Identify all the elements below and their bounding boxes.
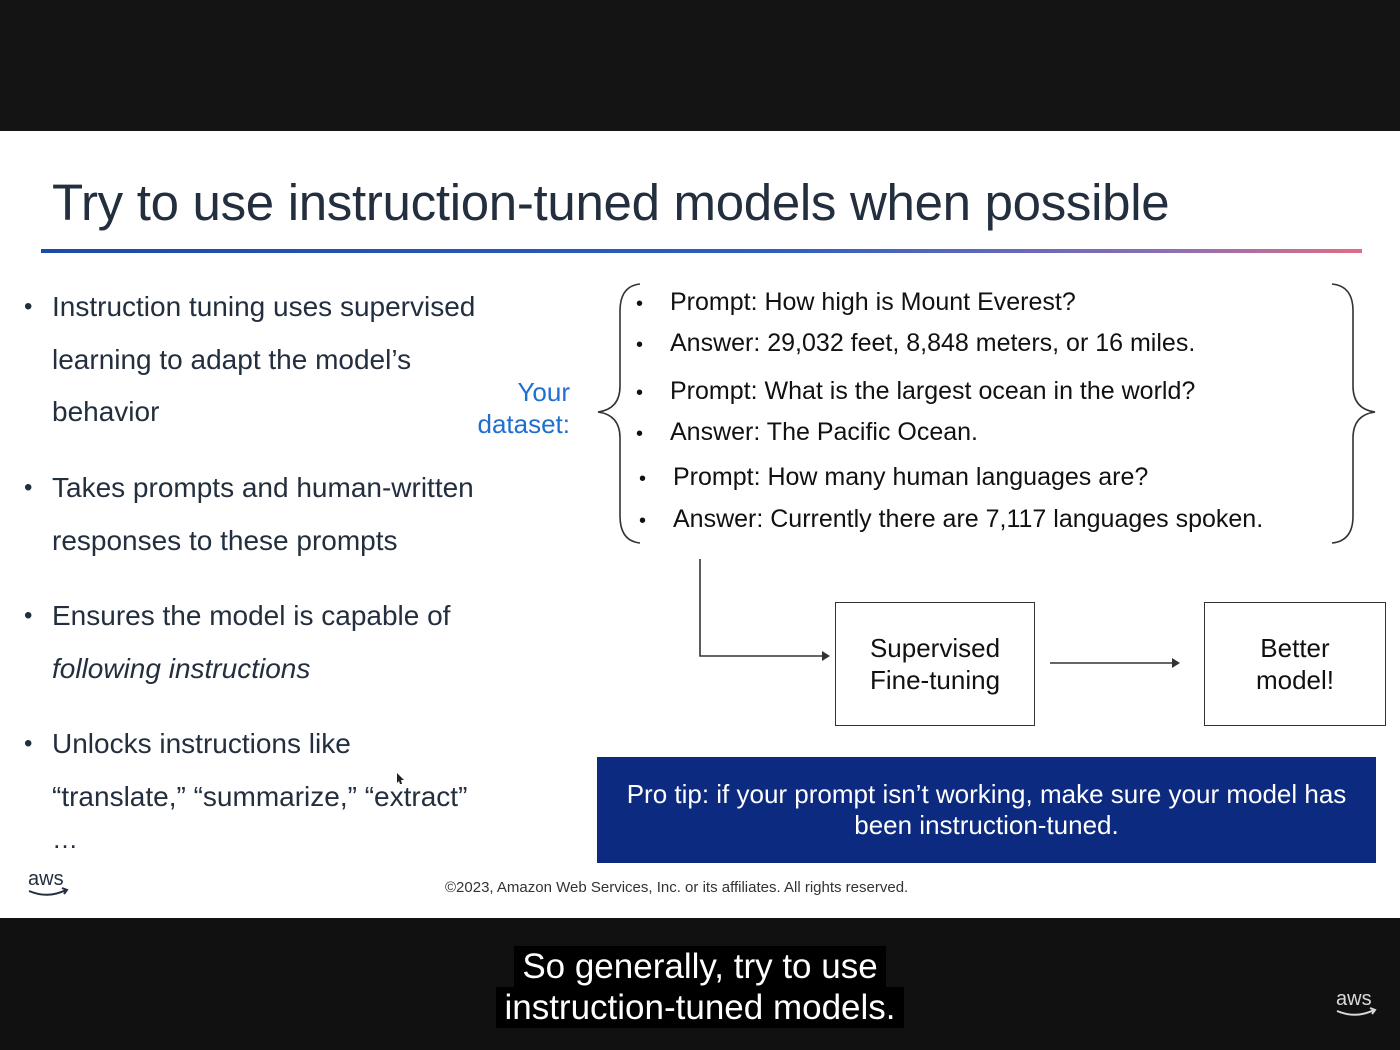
subtitle-caption: So generally, try to use instruction-tun… — [0, 946, 1400, 1028]
example-item: • Answer: The Pacific Ocean. — [636, 418, 979, 446]
aws-logo-icon: aws — [28, 868, 69, 896]
example-text: Prompt: How many human languages are? — [673, 463, 1149, 491]
box-text: Fine-tuning — [869, 665, 1001, 695]
video-top-letterbox — [0, 0, 1400, 131]
example-item: • Prompt: How high is Mount Everest? — [636, 288, 1076, 316]
example-text: Answer: 29,032 feet, 8,848 meters, or 16… — [670, 329, 1196, 357]
example-item: • Answer: 29,032 feet, 8,848 meters, or 1… — [636, 329, 1196, 357]
example-text: Prompt: What is the largest ocean in the… — [670, 377, 1196, 405]
example-item: • Answer: Currently there are 7,117 langu… — [639, 505, 1264, 533]
box-text: Better — [1260, 633, 1330, 663]
example-text: Answer: The Pacific Ocean. — [670, 418, 979, 446]
example-item: • Prompt: What is the largest ocean in th… — [636, 377, 1196, 405]
arrowhead-icon — [822, 651, 830, 661]
left-brace — [597, 283, 641, 544]
box-text: Supervised — [869, 633, 1001, 663]
box-text: model! — [1255, 665, 1335, 695]
better-model-box: Better model! — [1204, 602, 1386, 726]
logo-text: aws — [28, 868, 64, 890]
supervised-fine-tuning-box: Supervised Fine-tuning — [835, 602, 1035, 726]
example-text: Answer: Currently there are 7,117 langua… — [673, 505, 1264, 533]
copyright-notice: ©2023, Amazon Web Services, Inc. or its … — [445, 879, 909, 896]
pro-tip-text: Pro tip: if your prompt isn’t working, m… — [626, 779, 1347, 809]
dataset-to-sft-arrow — [699, 559, 822, 657]
slide: Try to use instruction-tuned models when… — [0, 131, 1400, 918]
arrowhead-icon — [1172, 658, 1180, 668]
right-brace — [1331, 283, 1376, 544]
mouse-cursor-icon — [397, 773, 404, 784]
example-item: • Prompt: How many human languages are? — [639, 463, 1149, 491]
pro-tip-text: been instruction-tuned. — [854, 810, 1119, 840]
caption-line: instruction-tuned models. — [496, 987, 904, 1028]
caption-line: So generally, try to use — [514, 946, 886, 987]
pro-tip-banner: Pro tip: if your prompt isn’t working, m… — [597, 757, 1376, 863]
example-text: Prompt: How high is Mount Everest? — [670, 288, 1076, 316]
aws-watermark-icon: aws — [1336, 988, 1377, 1016]
logo-text: aws — [1336, 988, 1372, 1010]
